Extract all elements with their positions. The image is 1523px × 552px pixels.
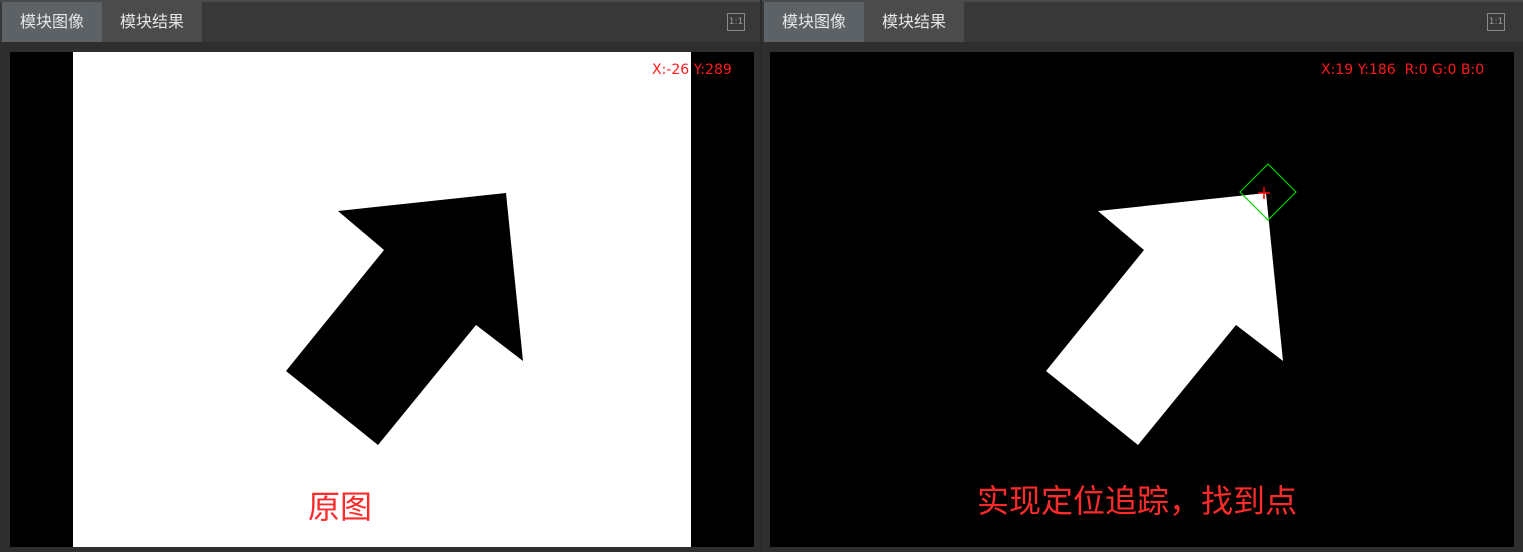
actual-size-button[interactable]: 1:1 [727,13,745,31]
tab-module-image[interactable]: 模块图像 [764,2,864,42]
panel-edge-marker [1519,62,1523,76]
actual-size-button[interactable]: 1:1 [1487,13,1505,31]
left-image-viewport[interactable]: X:-26 Y:289 原图 [10,52,754,547]
left-tab-bar: 模块图像 模块结果 1:1 [0,2,760,42]
right-image-viewport[interactable]: X:19 Y:186 R:0 G:0 B:0 实现定位追踪，找到点 [770,52,1514,547]
caption-tracking-result: 实现定位追踪，找到点 [977,482,1298,520]
tab-module-image[interactable]: 模块图像 [2,2,102,42]
left-image-panel: 模块图像 模块结果 1:1 X:-26 Y:289 原图 [0,0,760,552]
right-tab-bar: 模块图像 模块结果 1:1 [762,2,1523,42]
result-image [770,52,1514,547]
right-image-panel: 模块图像 模块结果 1:1 X:19 Y:186 R:0 G:0 B:0 实现定… [762,0,1523,552]
caption-original-image: 原图 [308,488,373,526]
original-image [10,52,754,547]
tab-module-result[interactable]: 模块结果 [864,2,964,42]
cursor-coordinate-readout: X:-26 Y:289 [652,62,732,78]
tab-module-result[interactable]: 模块结果 [102,2,202,42]
cursor-pixel-readout: X:19 Y:186 R:0 G:0 B:0 [1321,62,1485,78]
